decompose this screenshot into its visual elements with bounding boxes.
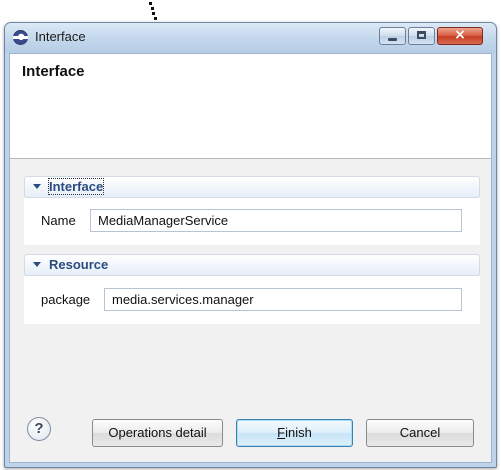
minimize-icon xyxy=(388,38,397,41)
help-icon[interactable]: ? xyxy=(27,417,51,441)
dialog-window: Interface × Interface Interface Name Med… xyxy=(4,22,497,468)
cancel-button[interactable]: Cancel xyxy=(366,419,474,447)
name-label: Name xyxy=(41,213,76,228)
section-interface-header[interactable]: Interface xyxy=(24,176,480,198)
name-input[interactable]: MediaManagerService xyxy=(90,209,462,232)
finish-button-mnemonic: F xyxy=(277,425,286,440)
close-icon: × xyxy=(454,27,466,43)
title-bar[interactable]: Interface × xyxy=(5,23,496,53)
collapse-triangle-icon[interactable] xyxy=(33,262,41,267)
dialog-client-area: Interface Interface Name MediaManagerSer… xyxy=(9,53,492,463)
dialog-header-title: Interface xyxy=(22,63,85,80)
operations-detail-button[interactable]: Operations detail xyxy=(92,419,223,447)
eclipse-app-icon xyxy=(13,30,28,45)
finish-button[interactable]: Finish xyxy=(236,419,353,447)
dialog-header: Interface xyxy=(10,54,491,159)
close-button[interactable]: × xyxy=(437,27,483,45)
minimize-button[interactable] xyxy=(379,27,406,45)
section-interface-body: Name MediaManagerService xyxy=(24,198,480,245)
dialog-content: Interface Name MediaManagerService Resou… xyxy=(10,159,491,395)
section-resource-header[interactable]: Resource xyxy=(24,254,480,276)
section-resource-body: package media.services.manager xyxy=(24,276,480,324)
section-interface-title[interactable]: Interface xyxy=(47,178,105,195)
window-title: Interface xyxy=(35,29,86,44)
collapse-triangle-icon[interactable] xyxy=(33,184,41,189)
package-label: package xyxy=(41,292,91,307)
maximize-button[interactable] xyxy=(408,27,435,45)
dialog-footer: ? Operations detail Finish Cancel xyxy=(10,395,491,462)
section-resource-title[interactable]: Resource xyxy=(49,257,108,272)
maximize-icon xyxy=(417,31,426,39)
package-input[interactable]: media.services.manager xyxy=(104,288,462,311)
finish-button-label: inish xyxy=(285,425,312,440)
